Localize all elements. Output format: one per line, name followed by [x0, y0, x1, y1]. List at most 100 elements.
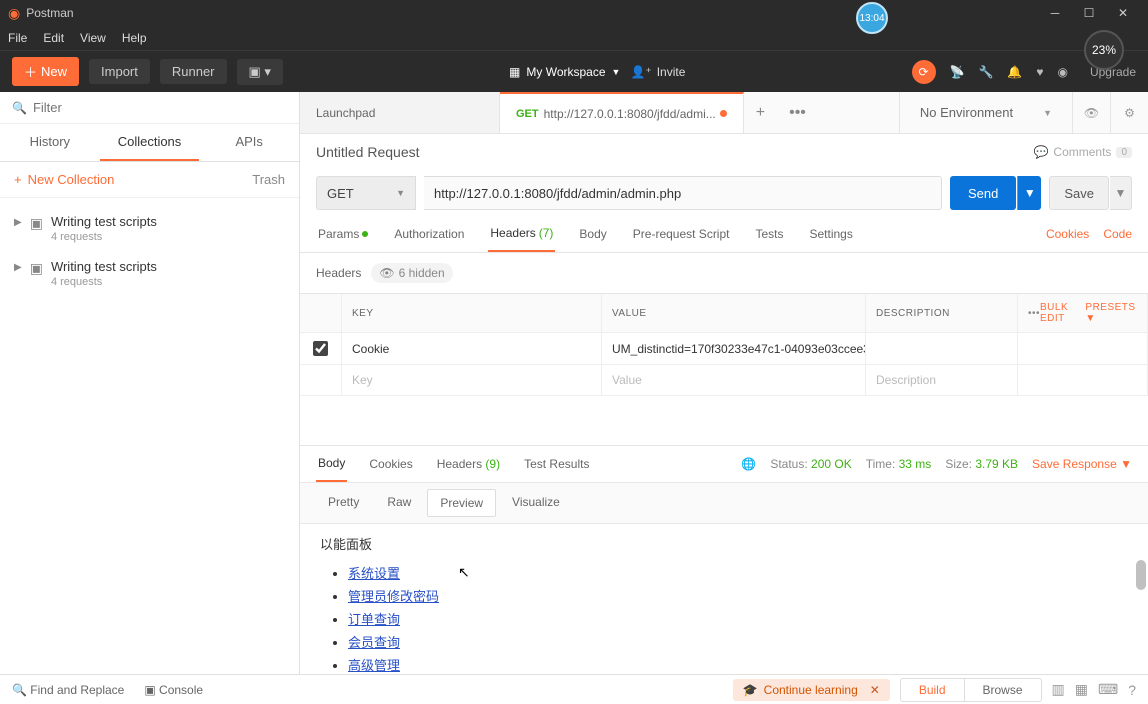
value-placeholder[interactable]: Value — [602, 365, 866, 395]
resp-tab-body[interactable]: Body — [316, 446, 347, 482]
tab-prerequest[interactable]: Pre-request Script — [631, 217, 732, 251]
header-description[interactable] — [866, 333, 1018, 364]
settings-gear-button[interactable]: ⚙ — [1110, 92, 1148, 133]
time-value: 33 ms — [899, 457, 932, 471]
send-dropdown[interactable]: ▼ — [1017, 176, 1041, 210]
close-window-button[interactable]: ✕ — [1106, 0, 1140, 26]
build-button[interactable]: Build — [901, 679, 965, 701]
col-value: VALUE — [602, 294, 866, 332]
resp-tab-cookies[interactable]: Cookies — [367, 447, 414, 481]
more-icon[interactable]: ••• — [1028, 308, 1040, 319]
col-description: DESCRIPTION — [866, 294, 1018, 332]
hidden-badge[interactable]: 👁6 hidden — [371, 263, 452, 283]
presets-link[interactable]: Presets ▼ — [1085, 302, 1137, 324]
new-button[interactable]: ＋New — [12, 57, 79, 86]
bulk-edit-link[interactable]: Bulk Edit — [1040, 302, 1085, 324]
trash-link[interactable]: Trash — [252, 172, 285, 187]
collection-title: Writing test scripts — [51, 259, 157, 274]
send-button[interactable]: Send — [950, 176, 1016, 210]
wrench-icon[interactable]: 🔧 — [978, 65, 993, 79]
save-dropdown[interactable]: ▼ — [1110, 176, 1132, 210]
tab-tests[interactable]: Tests — [753, 217, 785, 251]
view-raw[interactable]: Raw — [375, 489, 423, 517]
cookies-link[interactable]: Cookies — [1046, 227, 1089, 241]
console-button[interactable]: ▣ Console — [144, 683, 203, 697]
method-select[interactable]: GET▼ — [316, 176, 416, 210]
menu-view[interactable]: View — [80, 31, 106, 45]
bootcamp-icon: 🎓 — [743, 683, 758, 697]
new-collection-button[interactable]: New Collection — [28, 172, 115, 187]
key-placeholder[interactable]: Key — [342, 365, 602, 395]
response-link[interactable]: 高级管理 — [348, 658, 400, 673]
tab-authorization[interactable]: Authorization — [392, 217, 466, 251]
table-row-empty[interactable]: Key Value Description — [300, 365, 1148, 396]
tab-body[interactable]: Body — [577, 217, 608, 251]
window-menu-button[interactable]: ▣ ▾ — [237, 59, 283, 85]
comments-button[interactable]: 💬 Comments 0 — [1033, 145, 1132, 159]
view-pretty[interactable]: Pretty — [316, 489, 371, 517]
resp-tab-tests[interactable]: Test Results — [522, 447, 591, 481]
globe-icon[interactable]: 🌐 — [741, 457, 756, 471]
collection-item[interactable]: ▶ ▣ Writing test scripts 4 requests — [4, 251, 295, 296]
view-preview[interactable]: Preview — [427, 489, 496, 517]
response-link[interactable]: 会员查询 — [348, 635, 400, 650]
satellite-icon[interactable]: 📡 — [950, 65, 965, 79]
response-heading: 以能面板 — [320, 534, 1128, 553]
import-button[interactable]: Import — [89, 59, 150, 84]
find-replace-button[interactable]: 🔍 Find and Replace — [12, 683, 124, 697]
row-checkbox[interactable] — [313, 341, 328, 356]
scrollbar[interactable] — [1136, 560, 1146, 590]
two-pane-icon[interactable]: ▦ — [1075, 681, 1088, 698]
menu-edit[interactable]: Edit — [43, 31, 64, 45]
environment-select[interactable]: No Environment ▼ — [900, 105, 1072, 120]
tab-headers[interactable]: Headers (7) — [488, 216, 555, 252]
filter-input[interactable] — [33, 100, 287, 115]
avatar-icon[interactable]: ◉ — [1057, 65, 1067, 79]
desc-placeholder[interactable]: Description — [866, 365, 1018, 395]
bell-icon[interactable]: 🔔 — [1007, 65, 1022, 79]
response-body[interactable]: 以能面板 系统设置 管理员修改密码 订单查询 会员查询 高级管理 — [300, 524, 1148, 674]
tab-params[interactable]: Params — [316, 217, 370, 251]
tab-options-button[interactable]: ••• — [777, 104, 818, 122]
menu-help[interactable]: Help — [122, 31, 147, 45]
header-key[interactable]: Cookie — [342, 333, 602, 364]
tab-request-active[interactable]: GET http://127.0.0.1:8080/jfdd/admi... — [500, 92, 744, 133]
tab-launchpad[interactable]: Launchpad — [300, 92, 500, 133]
menu-file[interactable]: File — [8, 31, 27, 45]
minimize-button[interactable]: ─ — [1038, 0, 1072, 26]
close-icon[interactable]: ✕ — [870, 683, 880, 697]
keyboard-icon[interactable]: ⌨ — [1098, 681, 1118, 698]
response-link[interactable]: 管理员修改密码 — [348, 589, 439, 604]
tab-history[interactable]: History — [0, 124, 100, 161]
request-name[interactable]: Untitled Request — [316, 144, 420, 160]
header-value[interactable]: UM_distinctid=170f30233e47c1-04093e03cce… — [602, 333, 866, 364]
add-tab-button[interactable]: + — [744, 104, 777, 122]
tab-collections[interactable]: Collections — [100, 124, 200, 161]
maximize-button[interactable]: ☐ — [1072, 0, 1106, 26]
url-input[interactable] — [424, 176, 942, 210]
runner-button[interactable]: Runner — [160, 59, 227, 84]
heart-icon[interactable]: ♥ — [1036, 65, 1043, 79]
panel-layout-icon[interactable]: ▥ — [1052, 681, 1065, 698]
view-visualize[interactable]: Visualize — [500, 489, 572, 517]
response-link[interactable]: 系统设置 — [348, 566, 400, 581]
env-quicklook-button[interactable]: 👁 — [1072, 92, 1110, 133]
save-button[interactable]: Save — [1049, 176, 1109, 210]
collection-title: Writing test scripts — [51, 214, 157, 229]
continue-learning-button[interactable]: 🎓 Continue learning ✕ — [733, 679, 890, 701]
help-icon[interactable]: ? — [1128, 682, 1136, 698]
collection-item[interactable]: ▶ ▣ Writing test scripts 4 requests — [4, 206, 295, 251]
table-row[interactable]: Cookie UM_distinctid=170f30233e47c1-0409… — [300, 333, 1148, 365]
response-link[interactable]: 订单查询 — [348, 612, 400, 627]
save-response-button[interactable]: Save Response ▼ — [1032, 457, 1132, 471]
tab-settings[interactable]: Settings — [808, 217, 855, 251]
plus-icon: + — [14, 172, 22, 187]
browse-button[interactable]: Browse — [965, 679, 1041, 701]
chevron-right-icon: ▶ — [14, 262, 22, 273]
invite-button[interactable]: 👤⁺Invite — [630, 65, 685, 79]
resp-tab-headers[interactable]: Headers (9) — [435, 447, 502, 481]
code-link[interactable]: Code — [1103, 227, 1132, 241]
sync-button[interactable]: ⟳ — [912, 60, 936, 84]
workspace-selector[interactable]: ▦ My Workspace ▼ — [509, 65, 620, 79]
tab-apis[interactable]: APIs — [199, 124, 299, 161]
